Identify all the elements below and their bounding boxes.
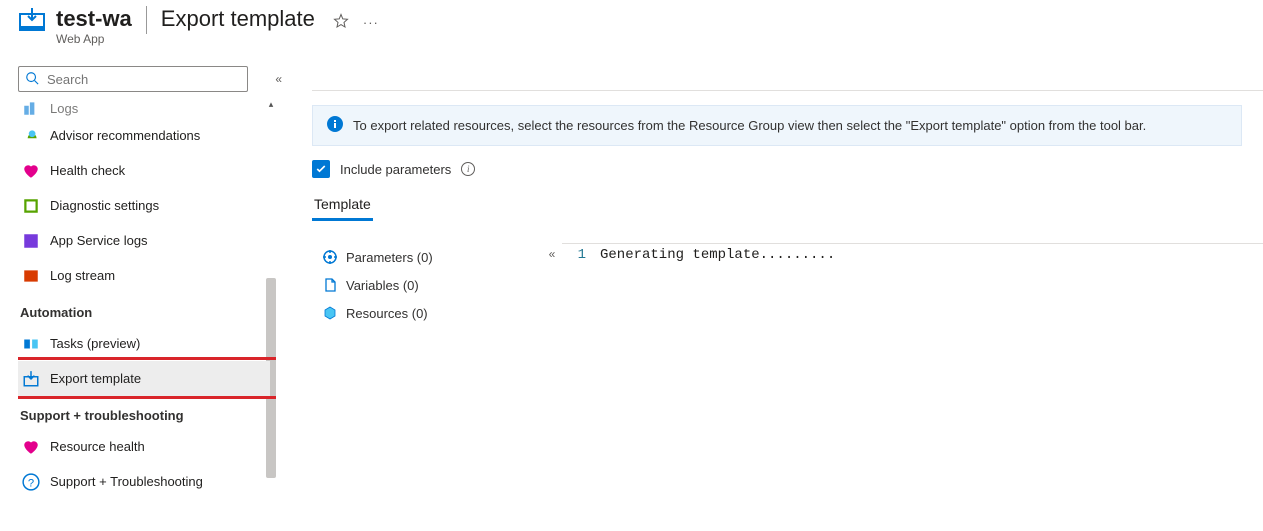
app-logs-icon [22, 232, 40, 250]
sidebar: « ▴ Logs Advisor recommendations [0, 52, 276, 531]
code-editor[interactable]: 1 Generating template......... [562, 243, 1263, 327]
title-divider [146, 6, 147, 34]
info-icon [327, 116, 343, 135]
sidebar-item-label: Advisor recommendations [50, 128, 200, 143]
log-stream-icon [22, 267, 40, 285]
sidebar-nav: Logs Advisor recommendations Health chec… [18, 98, 276, 499]
tree-item-parameters[interactable]: Parameters (0) [312, 243, 542, 271]
tab-bar: Template [312, 196, 1263, 221]
page-title: Export template [161, 1, 315, 33]
tree-item-label: Parameters (0) [346, 250, 433, 265]
include-parameters-label: Include parameters [340, 162, 451, 177]
sidebar-item-label: Support + Troubleshooting [50, 474, 203, 489]
code-text: Generating template......... [600, 247, 835, 263]
sidebar-item-diagnostic-settings[interactable]: Diagnostic settings [18, 188, 270, 223]
sidebar-item-app-service-logs[interactable]: App Service logs [18, 223, 270, 258]
resources-icon [322, 305, 338, 321]
sidebar-item-label: Health check [50, 163, 125, 178]
template-tree: Parameters (0) Variables (0) Resources (… [312, 243, 542, 327]
advisor-icon [22, 127, 40, 145]
tree-item-label: Resources (0) [346, 306, 428, 321]
sidebar-item-label: Export template [50, 371, 141, 386]
parameters-icon [322, 249, 338, 265]
export-template-icon [22, 370, 40, 388]
info-text: To export related resources, select the … [353, 118, 1146, 133]
webapp-icon [18, 6, 46, 34]
sidebar-item-label: Log stream [50, 268, 115, 283]
include-parameters-checkbox[interactable] [312, 160, 330, 178]
resource-type: Web App [56, 32, 379, 46]
more-actions-icon[interactable]: ··· [363, 15, 379, 30]
sidebar-item-label: Logs [50, 101, 78, 116]
sidebar-item-log-stream[interactable]: Log stream [18, 258, 270, 293]
sidebar-search[interactable] [18, 66, 248, 92]
sidebar-item-tasks[interactable]: Tasks (preview) [18, 326, 270, 361]
include-parameters-row: Include parameters i [312, 160, 1263, 178]
tree-item-resources[interactable]: Resources (0) [312, 299, 542, 327]
editor-line: 1 Generating template......... [562, 244, 1263, 266]
sidebar-section-automation: Automation [18, 293, 276, 326]
help-icon: ? [22, 473, 40, 491]
svg-text:?: ? [28, 477, 34, 489]
info-banner: To export related resources, select the … [312, 105, 1242, 146]
sidebar-item-label: App Service logs [50, 233, 148, 248]
diagnostic-icon [22, 197, 40, 215]
main-content: To export related resources, select the … [276, 52, 1263, 531]
sidebar-item-label: Tasks (preview) [50, 336, 140, 351]
resource-name: test-wa [56, 1, 132, 33]
sidebar-item-health-check[interactable]: Health check [18, 153, 270, 188]
tree-item-label: Variables (0) [346, 278, 419, 293]
sidebar-item-resource-health[interactable]: Resource health [18, 429, 270, 464]
sidebar-item-label: Diagnostic settings [50, 198, 159, 213]
info-tooltip-icon[interactable]: i [461, 162, 475, 176]
logs-icon [22, 99, 40, 117]
favorite-star-icon[interactable] [333, 13, 349, 32]
tree-item-variables[interactable]: Variables (0) [312, 271, 542, 299]
sidebar-item-advisor[interactable]: Advisor recommendations [18, 118, 270, 153]
search-icon [25, 71, 39, 88]
sidebar-section-support: Support + troubleshooting [18, 396, 276, 429]
line-number: 1 [562, 247, 600, 263]
page-header: test-wa Export template ··· Web App [0, 0, 1263, 52]
collapse-tree-icon[interactable]: « [542, 243, 562, 327]
sidebar-item-export-template[interactable]: Export template [18, 361, 270, 396]
resource-health-icon [22, 438, 40, 456]
search-input[interactable] [45, 71, 241, 88]
tasks-icon [22, 335, 40, 353]
sidebar-item-support-troubleshooting[interactable]: ? Support + Troubleshooting [18, 464, 270, 499]
sidebar-item-label: Resource health [50, 439, 145, 454]
health-check-icon [22, 162, 40, 180]
tab-template[interactable]: Template [312, 196, 373, 221]
variables-icon [322, 277, 338, 293]
sidebar-item-logs[interactable]: Logs [18, 98, 270, 118]
header-divider [312, 90, 1263, 91]
